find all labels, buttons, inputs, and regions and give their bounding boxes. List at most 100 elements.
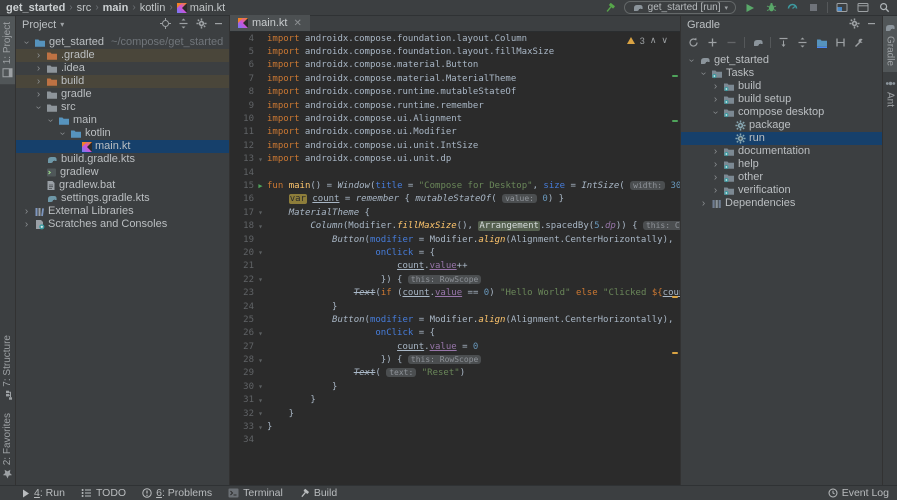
tree-item-build[interactable]: ›build xyxy=(16,75,229,88)
tree-item-build-gradle-kts[interactable]: build.gradle.kts xyxy=(16,153,229,166)
breadcrumb-item[interactable]: get_started xyxy=(6,2,65,14)
layout-button[interactable] xyxy=(835,1,849,15)
wrench-button[interactable] xyxy=(853,36,866,49)
minimize-icon[interactable] xyxy=(867,19,876,31)
chevron-collapsed-icon[interactable]: › xyxy=(34,62,43,75)
tree-item-documentation[interactable]: ›documentation xyxy=(681,145,882,158)
tool-window-button-gradle[interactable]: Gradle xyxy=(883,16,897,72)
breadcrumb-item[interactable]: main xyxy=(103,2,129,14)
tree-item-main-kt[interactable]: main.kt xyxy=(16,140,229,153)
error-stripe-mark[interactable] xyxy=(672,296,678,298)
tree-item-gradlew[interactable]: gradlew xyxy=(16,166,229,179)
error-stripe-mark[interactable] xyxy=(672,120,678,122)
toggle-offline-button[interactable] xyxy=(834,36,847,49)
fold-icon[interactable]: ▾ xyxy=(258,275,263,284)
fold-icon[interactable]: ▾ xyxy=(258,208,263,217)
tool-window-button-2-favorites[interactable]: 2: Favorites xyxy=(0,407,15,485)
tree-item-scratches-and-consoles[interactable]: ›Scratches and Consoles xyxy=(16,218,229,231)
prev-warning-icon[interactable]: ∧ xyxy=(650,35,657,46)
fold-icon[interactable]: ▾ xyxy=(258,409,263,418)
tree-item--idea[interactable]: ›.idea xyxy=(16,62,229,75)
tree-item-package[interactable]: package xyxy=(681,119,882,132)
statusbar-todo[interactable]: TODO xyxy=(81,487,126,499)
tree-item-build-setup[interactable]: ›build setup xyxy=(681,93,882,106)
fold-icon[interactable]: ▾ xyxy=(258,396,263,405)
tree-item-external-libraries[interactable]: ›External Libraries xyxy=(16,205,229,218)
run-gutter-icon[interactable]: ▶ xyxy=(258,182,262,190)
chevron-collapsed-icon[interactable]: › xyxy=(711,184,720,197)
tab-main-kt[interactable]: main.kt ✕ xyxy=(230,15,310,31)
collapse-all-button[interactable] xyxy=(796,36,809,49)
tree-item-other[interactable]: ›other xyxy=(681,171,882,184)
next-warning-icon[interactable]: ∨ xyxy=(661,35,668,46)
tree-item-gradle[interactable]: ›gradle xyxy=(16,88,229,101)
chevron-collapsed-icon[interactable]: › xyxy=(34,75,43,88)
chevron-collapsed-icon[interactable]: › xyxy=(22,218,31,231)
inspections-widget[interactable]: 3 ∧ ∨ xyxy=(627,35,668,46)
tree-item-gradlew-bat[interactable]: gradlew.bat xyxy=(16,179,229,192)
chevron-collapsed-icon[interactable]: › xyxy=(711,80,720,93)
refresh-button[interactable] xyxy=(687,36,700,49)
chevron-expanded-icon[interactable]: › xyxy=(685,56,698,65)
tree-item-get-started[interactable]: ›get_started~/compose/get_started xyxy=(16,36,229,49)
chevron-expanded-icon[interactable]: › xyxy=(32,103,45,112)
chevron-collapsed-icon[interactable]: › xyxy=(34,49,43,62)
minimize-icon[interactable] xyxy=(214,19,223,31)
fold-icon[interactable]: ▾ xyxy=(258,155,263,164)
build-hammer-button[interactable] xyxy=(603,1,617,15)
chevron-expanded-icon[interactable]: › xyxy=(56,129,69,138)
tree-item-kotlin[interactable]: ›kotlin xyxy=(16,127,229,140)
tree-item-settings-gradle-kts[interactable]: settings.gradle.kts xyxy=(16,192,229,205)
chevron-collapsed-icon[interactable]: › xyxy=(711,171,720,184)
run-button[interactable] xyxy=(743,1,757,15)
tree-item-compose-desktop[interactable]: ›compose desktop xyxy=(681,106,882,119)
gear-icon[interactable] xyxy=(196,18,207,32)
statusbar-6-problems[interactable]: 6: Problems xyxy=(142,487,212,499)
tool-window-button-ant[interactable]: Ant xyxy=(883,72,897,113)
chevron-collapsed-icon[interactable]: › xyxy=(34,88,43,101)
fold-icon[interactable]: ▾ xyxy=(258,248,263,257)
plus-button[interactable] xyxy=(706,36,719,49)
chevron-down-icon[interactable]: ▾ xyxy=(60,20,64,29)
editor[interactable]: main.kt ✕ 4import androidx.compose.found… xyxy=(230,16,680,485)
profiler-button[interactable] xyxy=(785,1,799,15)
code-editor[interactable]: 4import androidx.compose.foundation.layo… xyxy=(230,32,680,485)
gradle-button[interactable] xyxy=(751,36,764,49)
tree-item-src[interactable]: ›src xyxy=(16,101,229,114)
fold-icon[interactable]: ▾ xyxy=(258,382,263,391)
search-button[interactable] xyxy=(877,1,891,15)
chevron-expanded-icon[interactable]: › xyxy=(20,38,33,47)
tree-item--gradle[interactable]: ›.gradle xyxy=(16,49,229,62)
tool-window-button-1-project[interactable]: 1: Project xyxy=(0,16,15,84)
minus-button[interactable] xyxy=(725,36,738,49)
tree-item-main[interactable]: ›main xyxy=(16,114,229,127)
chevron-expanded-icon[interactable]: › xyxy=(697,69,710,78)
chevron-collapsed-icon[interactable]: › xyxy=(711,93,720,106)
run-config-select[interactable]: get_started [run]▾ xyxy=(624,1,736,14)
tree-item-dependencies[interactable]: ›Dependencies xyxy=(681,197,882,210)
statusbar-event-log[interactable]: Event Log xyxy=(828,487,889,499)
statusbar-terminal[interactable]: Terminal xyxy=(228,487,283,499)
chevron-collapsed-icon[interactable]: › xyxy=(711,145,720,158)
statusbar-build[interactable]: Build xyxy=(299,487,337,499)
collapse-all-icon[interactable] xyxy=(178,18,189,32)
error-stripe-mark[interactable] xyxy=(672,75,678,77)
expand-all-button[interactable] xyxy=(777,36,790,49)
breadcrumb-item[interactable]: src xyxy=(77,2,92,14)
fold-icon[interactable]: ▾ xyxy=(258,356,263,365)
chevron-expanded-icon[interactable]: › xyxy=(44,116,57,125)
debug-button[interactable] xyxy=(764,1,778,15)
gear-icon[interactable] xyxy=(849,18,860,32)
statusbar-4-run[interactable]: 4: Run xyxy=(22,487,65,499)
chevron-collapsed-icon[interactable]: › xyxy=(699,197,708,210)
chevron-expanded-icon[interactable]: › xyxy=(709,108,722,117)
error-stripe-mark[interactable] xyxy=(672,352,678,354)
close-icon[interactable]: ✕ xyxy=(293,18,301,29)
tool-window-button-7-structure[interactable]: 7: Structure xyxy=(0,329,15,407)
chevron-collapsed-icon[interactable]: › xyxy=(22,205,31,218)
tree-item-run[interactable]: run xyxy=(681,132,882,145)
breadcrumb-item[interactable]: main.kt xyxy=(177,2,225,14)
tree-item-help[interactable]: ›help xyxy=(681,158,882,171)
fold-icon[interactable]: ▾ xyxy=(258,222,263,231)
tree-item-build[interactable]: ›build xyxy=(681,80,882,93)
